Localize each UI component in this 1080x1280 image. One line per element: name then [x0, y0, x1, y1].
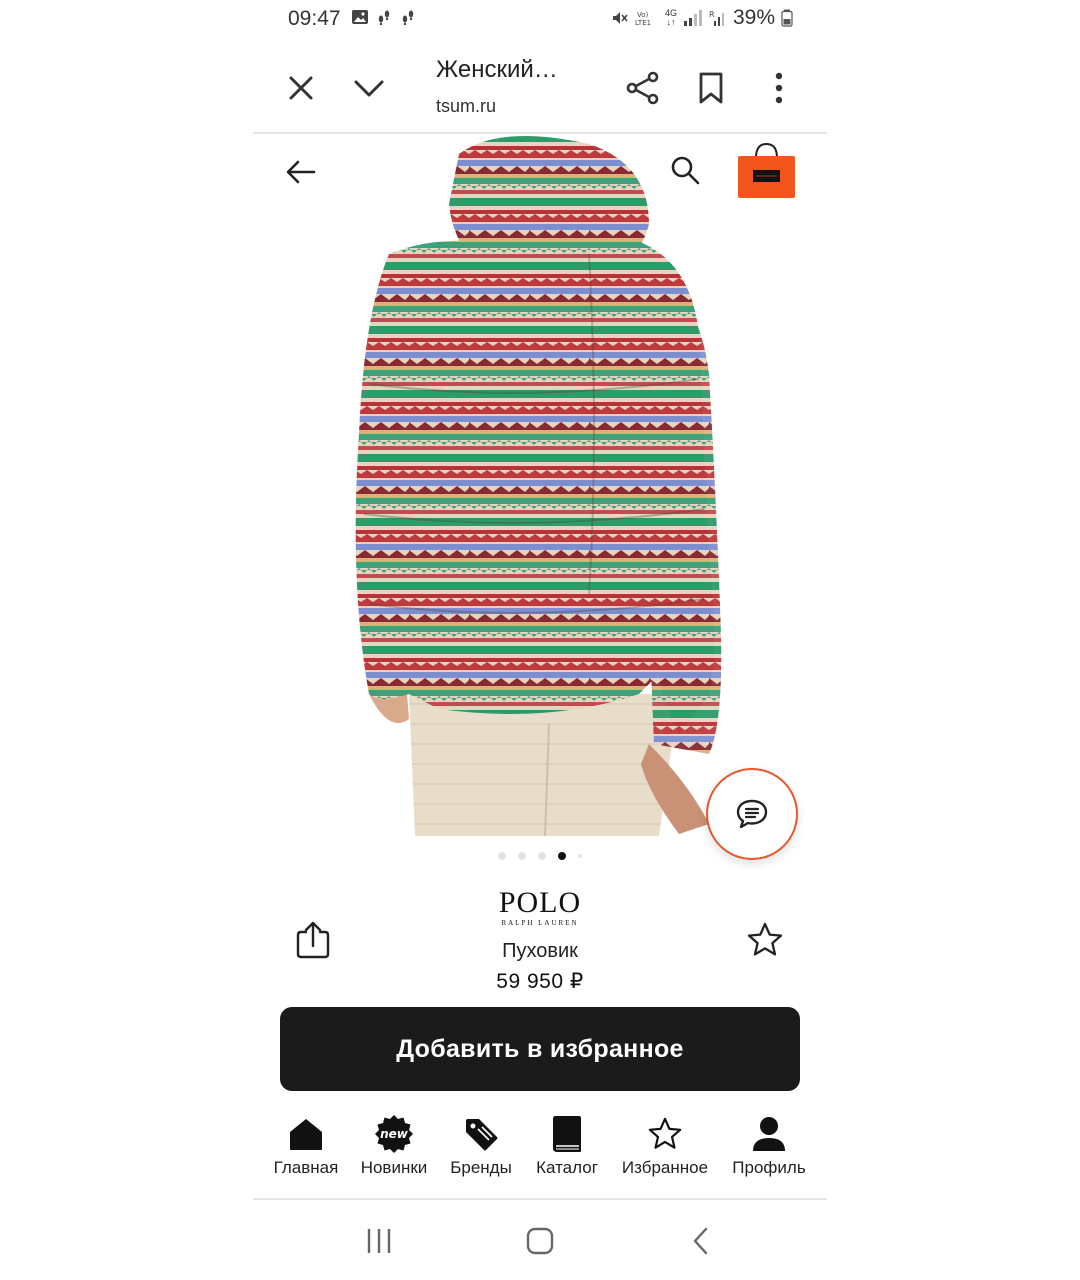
status-bar: 09:47 Vo) LTE1 4G ↓↑ R 39% — [253, 0, 827, 38]
battery-icon — [781, 9, 793, 27]
nav-item-profile[interactable]: Профиль — [729, 1114, 809, 1178]
product-price: 59 950 ₽ — [496, 970, 584, 993]
mute-icon — [612, 12, 628, 24]
nav-divider — [253, 1198, 827, 1200]
status-right: Vo) LTE1 4G ↓↑ R 39% — [611, 6, 793, 30]
gallery-dot[interactable] — [518, 852, 526, 860]
home-system-icon — [526, 1227, 554, 1255]
profile-icon — [753, 1117, 785, 1151]
new-badge-icon: new — [375, 1115, 413, 1153]
status-notification-icons — [351, 8, 417, 26]
nav-item-home[interactable]: Главная — [271, 1114, 341, 1178]
home-system-button[interactable] — [520, 1224, 560, 1258]
svg-text:Vo): Vo) — [637, 11, 649, 19]
gallery-dot[interactable] — [578, 854, 582, 858]
product-name: Пуховик — [502, 940, 578, 962]
steps-icon — [378, 10, 390, 26]
chevron-down-icon — [354, 80, 384, 97]
more-vertical-icon — [775, 72, 783, 104]
svg-text:LTE1: LTE1 — [635, 19, 651, 27]
product-photo — [355, 136, 722, 836]
nav-label-profile: Профиль — [732, 1158, 806, 1177]
more-menu-button[interactable] — [757, 66, 801, 110]
back-system-button[interactable] — [681, 1224, 721, 1258]
browser-toolbar: Женский… tsum.ru — [253, 44, 827, 132]
steps-icon — [402, 10, 414, 26]
brand-logo[interactable]: POLO RALPH LAUREN — [490, 886, 590, 928]
share-icon — [626, 71, 659, 105]
signal-icon — [683, 10, 702, 26]
nav-label-catalog: Каталог — [536, 1158, 598, 1177]
nav-label-brands: Бренды — [450, 1158, 512, 1177]
signal-roaming-icon: R — [709, 10, 724, 26]
cart-button[interactable] — [738, 142, 795, 198]
page-url: tsum.ru — [436, 96, 497, 116]
back-button[interactable] — [281, 152, 321, 192]
nav-item-catalog[interactable]: Каталог — [529, 1114, 605, 1178]
gallery-icon — [352, 10, 368, 24]
recent-apps-button[interactable] — [359, 1224, 399, 1258]
book-icon — [553, 1116, 581, 1152]
gallery-dot-active[interactable] — [558, 852, 566, 860]
search-icon — [671, 156, 700, 185]
nav-item-favorites[interactable]: Избранное — [617, 1114, 713, 1178]
nav-label-favorites: Избранное — [621, 1158, 709, 1177]
brand-name: POLO — [498, 886, 582, 919]
system-navigation-bar — [253, 1210, 827, 1270]
svg-text:R: R — [709, 10, 715, 19]
network-type: 4G ↓↑ — [664, 8, 677, 27]
battery-percent: 39% — [732, 6, 775, 29]
share-page-button[interactable] — [621, 66, 665, 110]
page-title: Женский… — [436, 56, 558, 83]
new-badge-text: new — [380, 1127, 409, 1141]
bookmark-button[interactable] — [689, 66, 733, 110]
star-icon — [648, 1117, 682, 1149]
brand-subname: RALPH LAUREN — [501, 919, 579, 927]
gallery-dot[interactable] — [498, 852, 506, 860]
tag-icon — [466, 1119, 498, 1151]
volte-icon: Vo)LTE1 — [635, 11, 651, 27]
nav-label-home: Главная — [273, 1158, 339, 1177]
product-image-gallery[interactable] — [253, 134, 827, 836]
search-button[interactable] — [665, 150, 705, 190]
phone-screen: 09:47 Vo) LTE1 4G ↓↑ R 39% Женский… tsum.r… — [253, 0, 827, 1280]
chat-button[interactable] — [706, 768, 798, 860]
minimize-button[interactable] — [347, 66, 391, 110]
status-time: 09:47 — [288, 7, 341, 30]
add-to-favorites-button[interactable]: Добавить в избранное — [280, 1007, 800, 1091]
shopping-bag-icon — [738, 142, 795, 198]
nav-label-new: Новинки — [360, 1158, 428, 1177]
chat-bubble-icon — [736, 799, 768, 829]
arrow-left-icon — [286, 160, 316, 184]
nav-item-new[interactable]: new Новинки — [355, 1114, 433, 1178]
gallery-pagination — [253, 850, 827, 862]
close-icon — [289, 76, 313, 100]
bottom-navigation: Главная new Новинки Бренды Каталог Избра… — [253, 1114, 827, 1198]
recent-apps-icon — [367, 1229, 391, 1253]
gallery-dot[interactable] — [538, 852, 546, 860]
home-icon — [290, 1119, 322, 1150]
bookmark-icon — [699, 72, 723, 104]
nav-item-brands[interactable]: Бренды — [445, 1114, 517, 1178]
close-tab-button[interactable] — [279, 66, 323, 110]
back-system-icon — [693, 1227, 708, 1255]
